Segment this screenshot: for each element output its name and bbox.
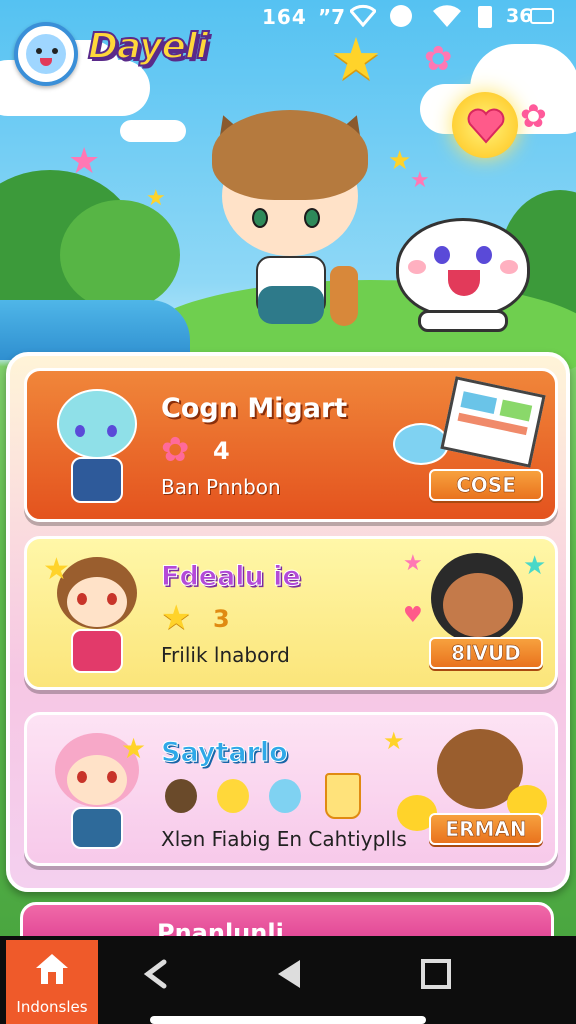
character-portrait bbox=[45, 385, 149, 515]
signal-icon: ”7 bbox=[318, 5, 346, 29]
book-icon bbox=[440, 376, 546, 468]
home-tab-label: Indonsles bbox=[16, 998, 88, 1016]
flower-icon: ✿ bbox=[161, 430, 190, 470]
app-logo[interactable] bbox=[14, 22, 78, 86]
quest-card[interactable]: ★ Saytarlo ★ Xlən Fiabig En Cahtiyplls E… bbox=[24, 712, 558, 866]
quest-subtitle: Frilik lnabord bbox=[161, 643, 290, 667]
mini-character bbox=[165, 779, 197, 813]
wifi-icon bbox=[350, 4, 376, 27]
drink-icon bbox=[325, 773, 361, 819]
quest-stat: 3 bbox=[213, 605, 230, 633]
tree bbox=[60, 200, 180, 310]
recents-icon[interactable] bbox=[418, 956, 454, 992]
quest-subtitle: Ban Pnnbon bbox=[161, 475, 281, 499]
close-button[interactable]: COSE bbox=[429, 469, 543, 501]
quest-card[interactable]: Cogn Migart ✿ 4 Ban Pnnbon COSE bbox=[24, 368, 558, 522]
quest-list-panel: Cogn Migart ✿ 4 Ban Pnnbon COSE ★ Fdealu… bbox=[6, 352, 570, 892]
quest-stat: 4 bbox=[213, 437, 230, 465]
star-icon: ★ bbox=[410, 168, 430, 193]
battery-outline-icon bbox=[530, 8, 554, 24]
triangle-back-icon[interactable] bbox=[272, 956, 308, 992]
gesture-bar[interactable] bbox=[150, 1016, 426, 1024]
status-time: 164 bbox=[262, 5, 307, 29]
face bbox=[443, 573, 513, 637]
heart-icon: ♥ bbox=[403, 603, 423, 628]
battery-percent: 36 bbox=[506, 5, 533, 27]
quest-card[interactable]: ★ Fdealu ie ★ 3 Frilik lnabord ♥ ★ ★ 8IV… bbox=[24, 536, 558, 690]
star-icon: ★ bbox=[388, 146, 412, 176]
mini-character bbox=[217, 779, 249, 813]
star-icon: ★ bbox=[403, 551, 423, 576]
lake bbox=[0, 300, 190, 360]
navigation-bar: Indonsles bbox=[0, 936, 576, 1024]
quest-title: Fdealu ie bbox=[161, 561, 302, 593]
home-tab[interactable]: Indonsles bbox=[6, 940, 98, 1024]
star-icon: ★ bbox=[161, 598, 192, 638]
flower-icon: ✿ bbox=[424, 39, 453, 79]
star-icon: ★ bbox=[330, 25, 382, 93]
back-icon[interactable] bbox=[138, 956, 174, 992]
battery-icon bbox=[478, 6, 492, 28]
home-icon bbox=[36, 954, 68, 984]
quest-subtitle: Xlən Fiabig En Cahtiyplls bbox=[161, 827, 407, 851]
build-button[interactable]: 8IVUD bbox=[429, 637, 543, 669]
star-icon: ★ bbox=[383, 727, 405, 755]
star-icon: ★ bbox=[43, 552, 70, 587]
heart-icon bbox=[467, 108, 505, 144]
quest-title: Cogn Migart bbox=[161, 393, 348, 424]
quest-title: Saytarlo bbox=[161, 737, 289, 769]
cloud bbox=[120, 120, 186, 142]
star-icon: ★ bbox=[121, 732, 147, 765]
mini-character bbox=[269, 779, 301, 813]
star-icon: ★ bbox=[68, 141, 101, 182]
wifi-icon bbox=[433, 5, 461, 27]
german-button[interactable]: ERMAN bbox=[429, 813, 543, 845]
flower-icon: ✿ bbox=[520, 97, 547, 135]
app-title: Dayeli bbox=[87, 25, 210, 68]
star-icon: ★ bbox=[146, 186, 166, 211]
cat-mascot[interactable] bbox=[388, 210, 538, 340]
alarm-icon bbox=[390, 5, 412, 27]
hero-character[interactable] bbox=[200, 96, 380, 336]
status-bar: 164 ”7 36 bbox=[0, 0, 576, 34]
star-icon: ★ bbox=[523, 551, 547, 581]
